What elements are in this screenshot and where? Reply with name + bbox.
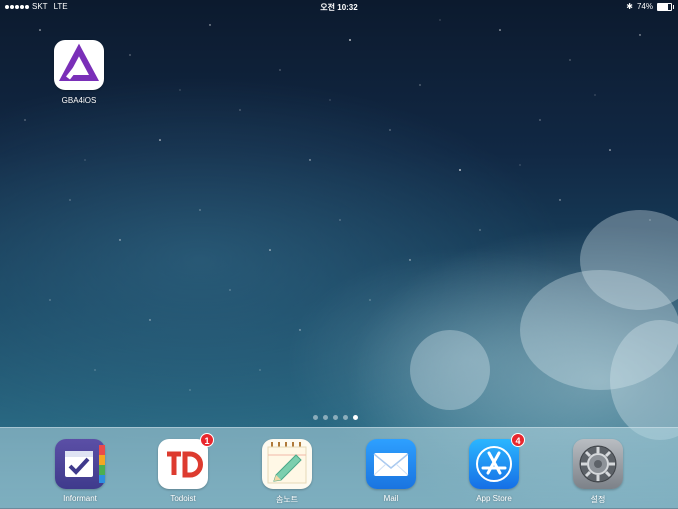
bluetooth-icon: ✱ [626, 2, 633, 11]
envelope-icon [366, 439, 416, 489]
app-store-icon: 4 [469, 433, 525, 489]
gba4ios-icon [54, 40, 104, 90]
status-bar: SKT LTE 오전 10:32 ✱ 74% [0, 0, 678, 14]
page-dot [313, 415, 318, 420]
app-label: Mail [383, 494, 399, 503]
clock: 오전 10:32 [320, 3, 358, 12]
dock: Informant 1 Todoist 솜노트 Mail 4 App Store… [0, 427, 678, 509]
battery-icon [657, 2, 674, 11]
app-label: 설정 [590, 495, 606, 504]
app-app-store[interactable]: 4 App Store [459, 433, 529, 503]
page-dot-current [353, 415, 358, 420]
calendar-check-icon [55, 439, 105, 489]
page-dot [333, 415, 338, 420]
status-bar-right: ✱ 74% [626, 2, 674, 11]
app-label: 솜노트 [275, 495, 299, 504]
gear-icon [573, 439, 623, 489]
page-indicator[interactable] [313, 415, 358, 420]
app-label: Informant [63, 494, 97, 503]
notepad-pencil-icon [262, 439, 312, 489]
app-label: Todoist [170, 494, 196, 503]
app-informant[interactable]: Informant [45, 439, 115, 503]
notification-badge: 1 [200, 433, 214, 447]
app-somnote[interactable]: 솜노트 [252, 439, 322, 505]
app-gba4ios[interactable]: GBA4iOS [44, 40, 114, 105]
app-label: GBA4iOS [61, 96, 97, 105]
page-dot [323, 415, 328, 420]
app-label: App Store [476, 494, 512, 503]
todoist-icon: 1 [158, 433, 214, 489]
app-settings[interactable]: 설정 [563, 439, 633, 505]
app-todoist[interactable]: 1 Todoist [148, 433, 218, 503]
notification-badge: 4 [511, 433, 525, 447]
page-dot [343, 415, 348, 420]
app-mail[interactable]: Mail [356, 439, 426, 503]
battery-percent: 74% [636, 2, 653, 11]
